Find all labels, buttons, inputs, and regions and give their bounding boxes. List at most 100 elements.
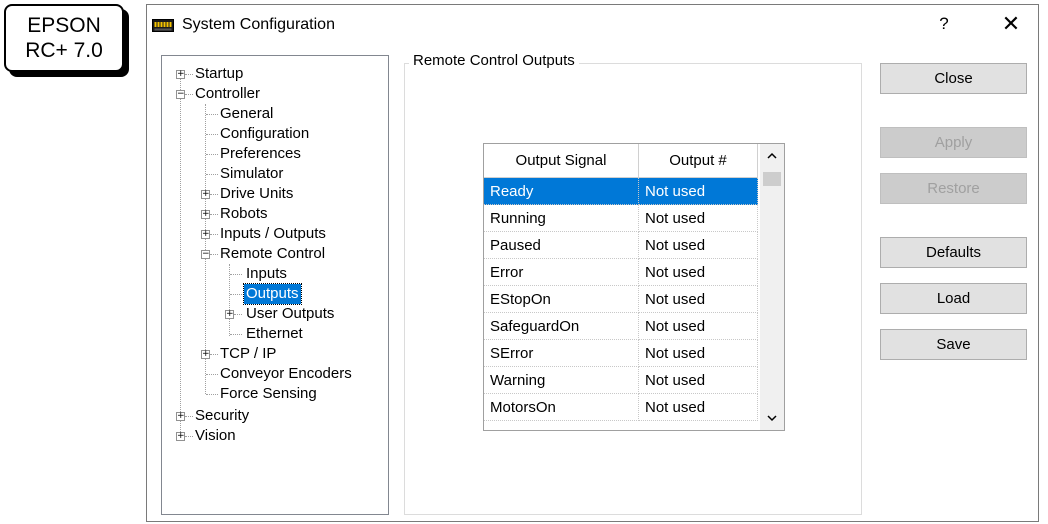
title-bar[interactable]: System Configuration ? ✕	[147, 5, 1038, 47]
column-header-output-number[interactable]: Output #	[639, 144, 758, 178]
tree-connector	[185, 94, 193, 95]
tree-item-general[interactable]: General	[162, 104, 388, 124]
restore-button[interactable]: Restore	[880, 173, 1027, 204]
tree-item-ethernet[interactable]: Ethernet	[162, 324, 388, 344]
tree-label: Inputs / Outputs	[220, 225, 326, 242]
output-cell[interactable]: Not used	[639, 394, 758, 421]
expand-icon[interactable]: +	[225, 310, 234, 319]
signal-cell[interactable]: Running	[484, 205, 639, 232]
signal-cell[interactable]: Warning	[484, 367, 639, 394]
tree-connector	[185, 74, 193, 75]
scroll-down-icon[interactable]	[760, 406, 784, 430]
expand-icon[interactable]: +	[176, 70, 185, 79]
tree-connector	[206, 394, 218, 395]
tree-item-outputs[interactable]: Outputs	[162, 283, 388, 305]
tree-item-inputs-outputs[interactable]: + Inputs / Outputs	[162, 224, 388, 244]
tree-connector	[210, 194, 218, 195]
tree-connector	[230, 294, 242, 295]
save-button[interactable]: Save	[880, 329, 1027, 360]
output-cell[interactable]: Not used	[639, 286, 758, 313]
table-row[interactable]: Error Not used	[484, 259, 758, 286]
close-button[interactable]: Close	[880, 63, 1027, 94]
defaults-button[interactable]: Defaults	[880, 237, 1027, 268]
outputs-table[interactable]: Output Signal Output # Ready Not used Ru…	[483, 143, 785, 431]
tree-label: Simulator	[220, 165, 284, 182]
tree-label: Conveyor Encoders	[220, 365, 352, 382]
signal-cell[interactable]: MotorsOn	[484, 394, 639, 421]
tree-connector	[234, 314, 242, 315]
expand-icon[interactable]: +	[201, 210, 210, 219]
table-row[interactable]: SError Not used	[484, 340, 758, 367]
tree-item-preferences[interactable]: Preferences	[162, 144, 388, 164]
signal-cell[interactable]: Ready	[484, 178, 639, 205]
tree-item-conveyor-encoders[interactable]: Conveyor Encoders	[162, 364, 388, 384]
output-cell[interactable]: Not used	[639, 232, 758, 259]
output-cell[interactable]: Not used	[639, 178, 758, 205]
tree-item-startup[interactable]: + Startup	[162, 64, 388, 84]
tree-label: Force Sensing	[220, 385, 317, 402]
output-cell[interactable]: Not used	[639, 205, 758, 232]
tree-item-inputs[interactable]: Inputs	[162, 264, 388, 284]
output-cell[interactable]: Not used	[639, 367, 758, 394]
signal-cell[interactable]: Error	[484, 259, 639, 286]
tree-label: Configuration	[220, 125, 310, 142]
tree-label: Outputs	[243, 283, 302, 305]
expand-icon[interactable]: +	[201, 230, 210, 239]
tree-item-simulator[interactable]: Simulator	[162, 164, 388, 184]
tree-connector	[230, 334, 242, 335]
tree-item-configuration[interactable]: Configuration	[162, 124, 388, 144]
tree-item-tcp-ip[interactable]: + TCP / IP	[162, 344, 388, 364]
tree-connector	[230, 274, 242, 275]
help-button[interactable]: ?	[934, 14, 954, 34]
tree-connector	[210, 214, 218, 215]
table-row[interactable]: MotorsOn Not used	[484, 394, 758, 421]
expand-icon[interactable]: +	[176, 412, 185, 421]
tree-item-vision[interactable]: + Vision	[162, 426, 388, 446]
table-row[interactable]: Warning Not used	[484, 367, 758, 394]
tree-label: Ethernet	[246, 325, 303, 342]
scroll-thumb[interactable]	[763, 172, 781, 186]
scroll-up-icon[interactable]	[760, 144, 784, 168]
table-row[interactable]: Ready Not used	[484, 178, 758, 205]
signal-cell[interactable]: SafeguardOn	[484, 313, 639, 340]
expand-icon[interactable]: +	[176, 432, 185, 441]
signal-cell[interactable]: Paused	[484, 232, 639, 259]
tree-item-controller[interactable]: − Controller	[162, 84, 388, 104]
table-row[interactable]: SafeguardOn Not used	[484, 313, 758, 340]
table-row[interactable]: Paused Not used	[484, 232, 758, 259]
close-window-icon[interactable]: ✕	[998, 11, 1024, 37]
collapse-icon[interactable]: −	[176, 90, 185, 99]
signal-cell[interactable]: EStopOn	[484, 286, 639, 313]
expand-icon[interactable]: +	[201, 190, 210, 199]
tree-item-robots[interactable]: + Robots	[162, 204, 388, 224]
column-header-output-signal[interactable]: Output Signal	[484, 144, 639, 178]
signal-cell[interactable]: SError	[484, 340, 639, 367]
tree-connector	[206, 374, 218, 375]
apply-button[interactable]: Apply	[880, 127, 1027, 158]
tree-label: Security	[195, 407, 250, 424]
load-button[interactable]: Load	[880, 283, 1027, 314]
tree-label: Controller	[195, 85, 261, 102]
collapse-icon[interactable]: −	[201, 250, 210, 259]
tree-label: Inputs	[246, 265, 287, 282]
tree-connector	[206, 174, 218, 175]
output-cell[interactable]: Not used	[639, 313, 758, 340]
badge-line2: RC+ 7.0	[25, 39, 103, 62]
table-scrollbar[interactable]	[760, 144, 784, 430]
tree-item-drive-units[interactable]: + Drive Units	[162, 184, 388, 204]
output-cell[interactable]: Not used	[639, 340, 758, 367]
tree-label: Vision	[195, 427, 236, 444]
tree-item-remote-control[interactable]: − Remote Control	[162, 244, 388, 264]
tree-connector	[206, 114, 218, 115]
tree-item-security[interactable]: + Security	[162, 406, 388, 426]
tree-item-user-outputs[interactable]: + User Outputs	[162, 304, 388, 324]
tree-connector	[210, 254, 218, 255]
tree-item-force-sensing[interactable]: Force Sensing	[162, 384, 388, 404]
output-cell[interactable]: Not used	[639, 259, 758, 286]
tree-connector	[210, 354, 218, 355]
table-row[interactable]: EStopOn Not used	[484, 286, 758, 313]
settings-tree[interactable]: + Startup − Controller General Configura…	[161, 55, 389, 515]
tree-connector	[210, 234, 218, 235]
expand-icon[interactable]: +	[201, 350, 210, 359]
table-row[interactable]: Running Not used	[484, 205, 758, 232]
